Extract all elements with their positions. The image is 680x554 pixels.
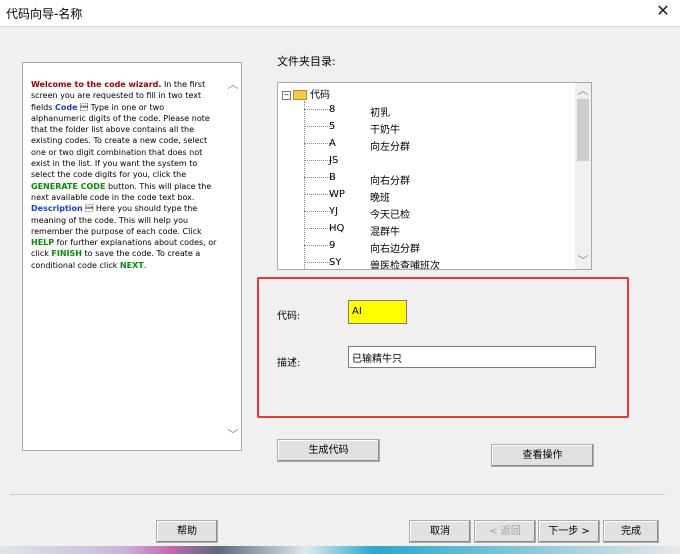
tree-item-code: WP — [329, 189, 345, 200]
tree-item-desc: 晚班 — [370, 193, 390, 204]
tree-item[interactable]: SY 兽医检查哺班次 — [278, 254, 576, 270]
tree-item-desc: 干奶牛 — [370, 125, 400, 136]
help-panel: Welcome to the code wizard. In the first… — [22, 62, 242, 451]
wizard-window: 代码向导-名称 ✕ Welcome to the code wizard. In… — [0, 0, 680, 554]
tree-item[interactable]: 9 向右边分群 — [278, 237, 576, 255]
tree-item-code: JS — [329, 155, 339, 166]
tree-item[interactable]: WP 晚班 — [278, 186, 576, 204]
background-strip — [0, 546, 680, 554]
tree-scroll-up-icon[interactable]: ︿ — [577, 85, 589, 97]
tree-item-desc: 混群牛 — [370, 227, 400, 238]
help-welcome: Welcome to the code wizard. — [31, 80, 162, 89]
tree-item-code: HQ — [329, 223, 345, 234]
back-button[interactable]: < 返回 — [474, 520, 536, 543]
tree-root-label: 代码 — [310, 90, 330, 101]
tree-item-desc: 今天已检 — [370, 210, 410, 221]
help-text-2:  Type in one or two alphanumeric digits… — [31, 102, 210, 180]
finish-button[interactable]: 完成 — [603, 520, 659, 543]
help-text: Welcome to the code wizard. In the first… — [31, 79, 221, 271]
folder-icon — [293, 90, 307, 100]
tree-item[interactable]: A 向左分群 — [278, 135, 576, 153]
folder-tree[interactable]: − 代码 8 初乳 5 干奶牛 A 向左分群 JS B 向右分群 WP 晚班 YJ 今天已检 … — [277, 82, 592, 270]
next-button[interactable]: 下一步 > — [538, 520, 600, 543]
description-input[interactable]: 已输精牛只 — [348, 346, 596, 368]
tree-item[interactable]: HQ 混群牛 — [278, 220, 576, 238]
help-scroll-down-icon[interactable]: ﹀ — [227, 429, 239, 441]
folders-label: 文件夹目录: — [277, 55, 336, 68]
close-icon[interactable]: ✕ — [654, 2, 672, 20]
tree-scroll-thumb[interactable] — [577, 99, 589, 161]
help-finish-keyword: FINISH — [51, 249, 82, 259]
tree-item-code: 5 — [329, 121, 336, 132]
footer-divider — [10, 494, 665, 495]
tree-item[interactable]: B 向右分群 — [278, 169, 576, 187]
view-operations-button[interactable]: 查看操作 — [491, 444, 594, 467]
help-next-keyword: NEXT — [119, 260, 144, 270]
help-help-keyword: HELP — [31, 238, 55, 248]
help-button[interactable]: 帮助 — [156, 520, 218, 543]
help-text-7: . — [143, 260, 147, 270]
tree-root[interactable]: − 代码 — [282, 86, 330, 101]
tree-item-code: A — [329, 138, 336, 149]
description-label: 描述: — [277, 358, 301, 369]
cancel-button[interactable]: 取消 — [409, 520, 471, 543]
help-scroll-up-icon[interactable]: ︿ — [227, 79, 239, 91]
tree-item-desc: 向左分群 — [370, 142, 410, 153]
tree-item[interactable]: YJ 今天已检 — [278, 203, 576, 221]
code-input[interactable]: AI — [348, 300, 407, 324]
tree-item-desc: 兽医检查哺班次 — [370, 261, 440, 270]
tree-item-desc: 向右分群 — [370, 176, 410, 187]
tree-item[interactable]: 5 干奶牛 — [278, 118, 576, 136]
tree-scrollbar[interactable]: ︿ ﹀ — [575, 83, 591, 269]
title-divider — [0, 26, 680, 27]
tree-scroll-down-icon[interactable]: ﹀ — [577, 255, 589, 267]
tree-item-desc: 向右边分群 — [370, 244, 420, 255]
title-bar: 代码向导-名称 ✕ — [0, 0, 680, 26]
tree-item-code: B — [329, 172, 336, 183]
window-title: 代码向导-名称 — [6, 7, 83, 21]
help-code-keyword: Code — [54, 102, 78, 112]
tree-item[interactable]: 8 初乳 — [278, 101, 576, 119]
tree-item-desc: 初乳 — [370, 108, 390, 119]
tree-item[interactable]: JS — [278, 152, 576, 169]
tree-item-code: 8 — [329, 104, 336, 115]
generate-code-button[interactable]: 生成代码 — [277, 439, 380, 462]
collapse-icon[interactable]: − — [282, 90, 291, 100]
tree-item-code: SY — [329, 257, 342, 268]
help-description-keyword: Description — [31, 204, 83, 214]
help-generate-keyword: GENERATE CODE — [31, 181, 106, 191]
tree-item-code: 9 — [329, 240, 336, 251]
code-label: 代码: — [277, 311, 301, 322]
tree-item-code: YJ — [329, 206, 339, 217]
